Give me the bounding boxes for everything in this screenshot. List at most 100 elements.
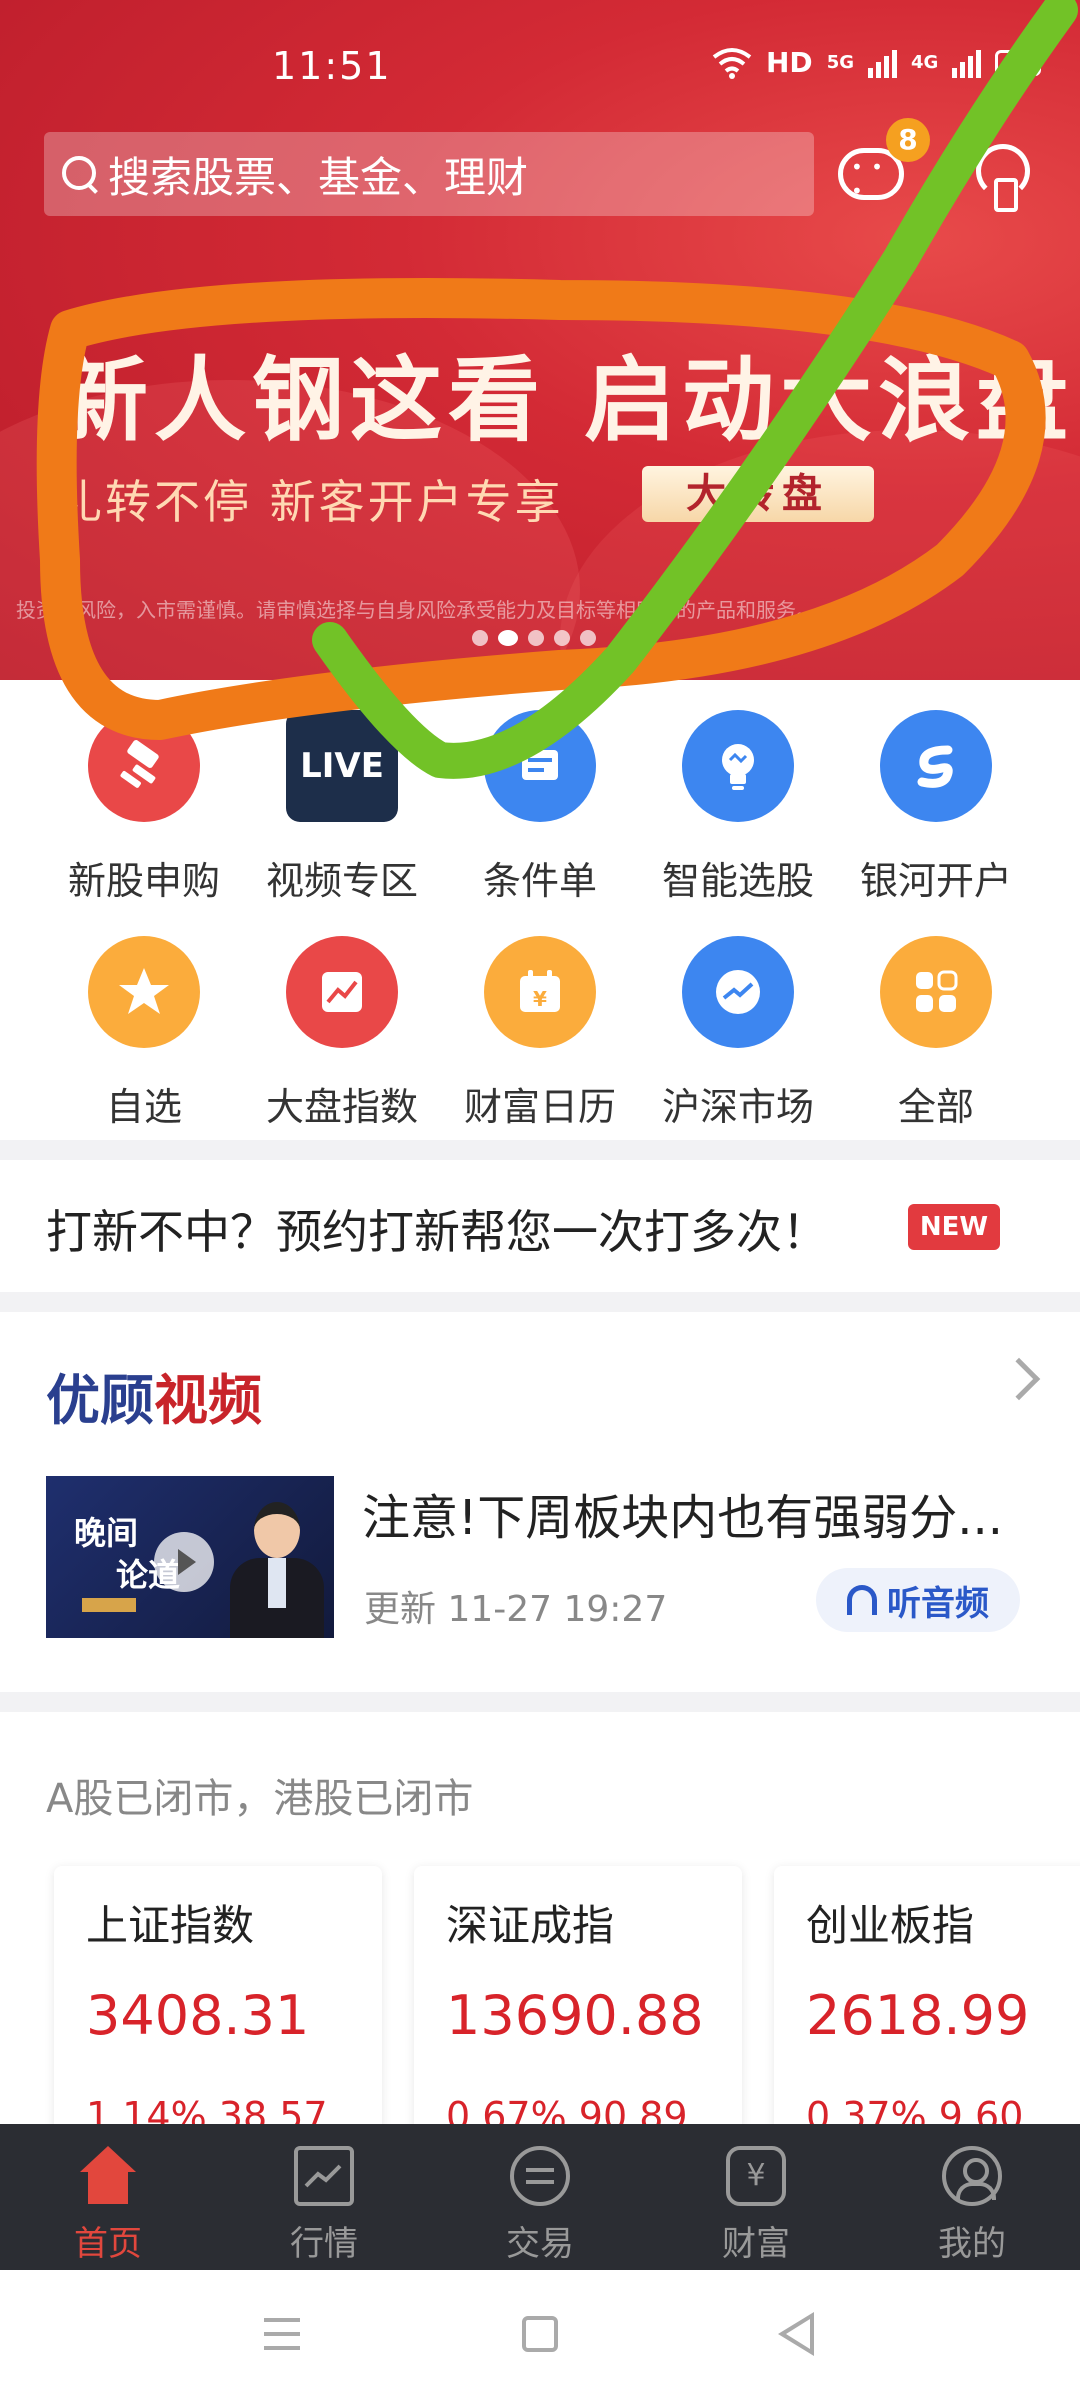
ipo-notice-banner[interactable]: 打新不中？预约打新帮您一次打多次！ NEW	[0, 1162, 1080, 1290]
message-badge: 8	[886, 118, 930, 162]
grid-item-market-index[interactable]: 大盘指数	[242, 916, 442, 1129]
play-icon[interactable]	[154, 1532, 214, 1592]
banner-headline: 新人钢这看 启动大浪盘	[56, 347, 1075, 454]
galaxy-icon	[880, 710, 992, 822]
trend-chart-icon	[286, 936, 398, 1048]
video-section: 优顾视频 晚间 论道 注意!下周板块内也有强弱分... 更新 11-27 19:…	[0, 1312, 1080, 1692]
headphones-icon	[847, 1585, 877, 1615]
grid-label: 沪深市场	[661, 1085, 814, 1129]
notice-text: 打新不中？预约打新帮您一次打多次！	[46, 1205, 828, 1259]
section-divider	[0, 1692, 1080, 1712]
banner-subline: 礼转不停 新客开户专享	[56, 475, 564, 529]
grid-label: 视频专区	[265, 859, 418, 903]
grid-item-video-zone[interactable]: LIVE 视频专区	[242, 690, 442, 903]
banner-cta-button[interactable]: 大转盘	[642, 466, 874, 522]
listen-audio-button[interactable]: 听音频	[816, 1568, 1020, 1632]
index-card-shenzhen[interactable]: 深证成指 13690.88 0.67% 90.89	[414, 1866, 742, 2124]
grid-label: 智能选股	[661, 859, 814, 903]
tab-label: 首页	[74, 2224, 142, 2264]
hd-indicator: HD	[766, 46, 813, 79]
new-badge: NEW	[908, 1204, 1000, 1250]
risk-disclaimer: 投资有风险，入市需谨慎。请审慎选择与自身风险承受能力及目标等相匹配的产品和服务。	[16, 598, 816, 622]
grid-item-galaxy-account[interactable]: 银河开户	[836, 690, 1036, 903]
title-part-youguo: 优顾	[46, 1368, 154, 1432]
signal-icon	[868, 48, 897, 78]
market-status: A股已闭市，港股已闭市	[46, 1776, 474, 1822]
yen-shield-icon: ¥	[726, 2146, 786, 2206]
status-bar: 11:51 HD 5G 4G 30	[0, 40, 1080, 100]
tab-wealth[interactable]: ¥ 财富	[648, 2124, 864, 2270]
chart-icon	[294, 2146, 354, 2206]
tab-home[interactable]: 首页	[0, 2124, 216, 2270]
search-placeholder: 搜索股票、基金、理财	[108, 152, 529, 202]
tab-trade[interactable]: 交易	[432, 2124, 648, 2270]
section-title: 优顾视频	[46, 1356, 262, 1435]
quick-access-grid: 新股申购 LIVE 视频专区 条件单 智能选股 银河开户 自选 大盘指数 ¥ 财…	[0, 690, 1080, 1140]
recent-apps-icon[interactable]	[264, 2318, 300, 2350]
gavel-icon	[88, 710, 200, 822]
index-change: 0.67% 90.89	[446, 2094, 688, 2124]
svg-text:¥: ¥	[533, 987, 547, 1011]
carousel-indicator	[472, 630, 596, 646]
index-name: 创业板指	[806, 1901, 975, 1950]
market-overview: A股已闭市，港股已闭市 上证指数 3408.31 1.14% 38.57 深证成…	[0, 1714, 1080, 2124]
customer-service-icon[interactable]	[970, 140, 1030, 212]
user-icon	[942, 2146, 1002, 2206]
tab-label: 我的	[938, 2224, 1006, 2264]
grid-item-condition-order[interactable]: 条件单	[440, 690, 640, 903]
wifi-icon	[712, 47, 752, 79]
video-thumbnail[interactable]: 晚间 论道	[46, 1476, 334, 1638]
star-icon	[88, 936, 200, 1048]
grid-item-smart-picker[interactable]: 智能选股	[638, 690, 838, 903]
grid-label: 新股申购	[67, 859, 220, 903]
live-camera-icon: LIVE	[286, 710, 398, 822]
grid-item-watchlist[interactable]: 自选	[44, 916, 244, 1129]
carousel-dot	[472, 630, 488, 646]
grid-item-sh-sz-market[interactable]: 沪深市场	[638, 916, 838, 1129]
search-input[interactable]: 搜索股票、基金、理财	[44, 132, 814, 216]
carousel-dot	[580, 630, 596, 646]
section-divider	[0, 1140, 1080, 1160]
audio-label: 听音频	[887, 1583, 989, 1624]
tab-label: 行情	[290, 2224, 358, 2264]
section-divider	[0, 1292, 1080, 1312]
index-change: 0.37% 9.60	[806, 2094, 1024, 2124]
home-button-icon[interactable]	[522, 2316, 558, 2352]
grid-label: 财富日历	[463, 1085, 616, 1129]
index-card-shanghai[interactable]: 上证指数 3408.31 1.14% 38.57	[54, 1866, 382, 2124]
search-icon	[58, 152, 102, 196]
lightbulb-icon	[682, 710, 794, 822]
grid-item-ipo-subscribe[interactable]: 新股申购	[44, 690, 244, 903]
tab-mine[interactable]: 我的	[864, 2124, 1080, 2270]
promo-banner[interactable]: 11:51 HD 5G 4G 30 搜索股票、基金、理财 8 新人钢这看 启动大…	[0, 0, 1080, 680]
back-icon[interactable]	[778, 2312, 814, 2356]
index-card-chinext[interactable]: 创业板指 2618.99 0.37% 9.60	[774, 1866, 1080, 2124]
status-icons: HD 5G 4G 30	[712, 46, 1042, 79]
index-name: 上证指数	[86, 1901, 255, 1950]
4g-indicator: 4G	[911, 52, 939, 73]
video-headline[interactable]: 注意!下周板块内也有强弱分...	[362, 1478, 1003, 1548]
grid-label: 自选	[105, 1085, 182, 1129]
index-value: 3408.31	[86, 1984, 310, 2047]
5g-indicator: 5G	[826, 52, 854, 73]
exchange-icon	[510, 2146, 570, 2206]
calendar-icon: ¥	[484, 936, 596, 1048]
video-update-time: 更新 11-27 19:27	[364, 1589, 668, 1630]
thumbnail-tag	[82, 1598, 136, 1612]
tab-label: 交易	[506, 2224, 574, 2264]
home-icon	[78, 2146, 138, 2206]
tab-quotes[interactable]: 行情	[216, 2124, 432, 2270]
chevron-right-icon[interactable]	[997, 1357, 1041, 1401]
grid-item-wealth-calendar[interactable]: ¥ 财富日历	[440, 916, 640, 1129]
title-part-video: 视频	[154, 1368, 262, 1432]
thumbnail-text: 晚间	[74, 1514, 139, 1552]
grid-label: 大盘指数	[265, 1085, 418, 1129]
index-value: 2618.99	[806, 1984, 1030, 2047]
index-name: 深证成指	[446, 1901, 615, 1950]
index-value: 13690.88	[446, 1984, 704, 2047]
battery-icon: 30	[995, 49, 1042, 76]
grid-item-all[interactable]: 全部	[836, 916, 1036, 1129]
grid-label: 银河开户	[859, 859, 1012, 903]
carousel-dot	[528, 630, 544, 646]
grid-apps-icon	[880, 936, 992, 1048]
